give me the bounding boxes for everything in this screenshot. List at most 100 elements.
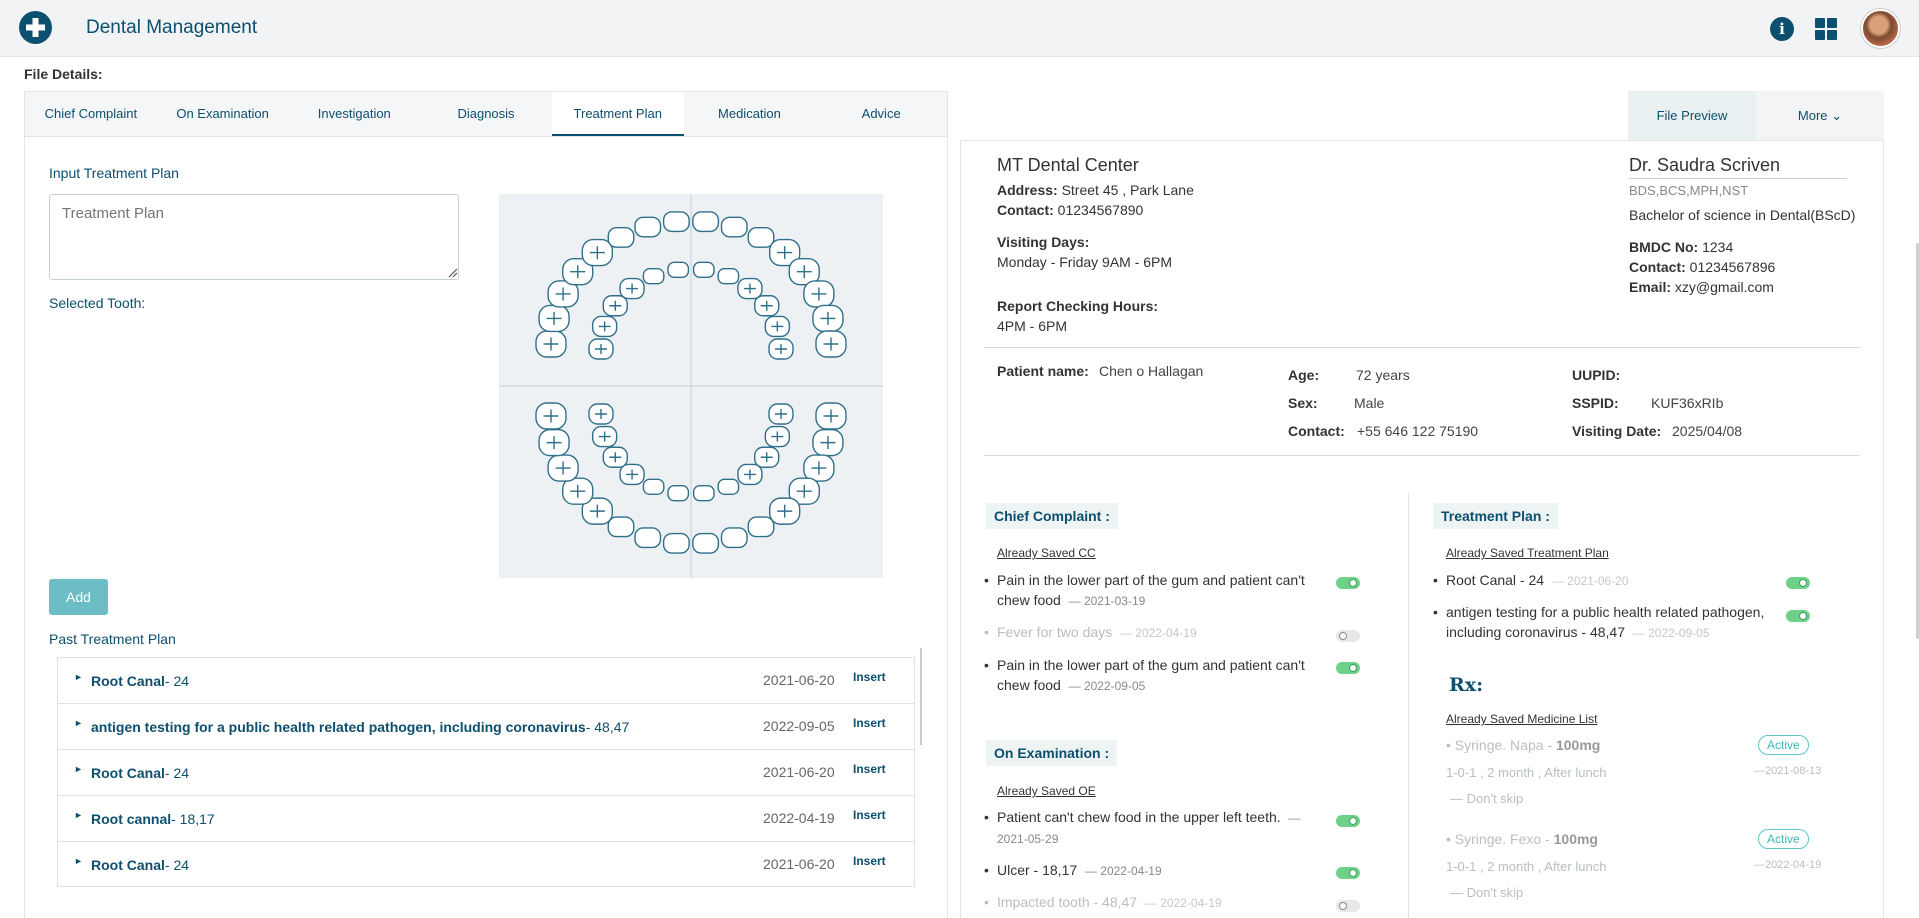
upper-inner-tooth[interactable] (692, 261, 715, 279)
medicine-note: — Don't skip (1450, 885, 1524, 900)
plus-cross-icon[interactable] (19, 11, 52, 44)
upper-outer-tooth[interactable] (662, 211, 690, 233)
list-scrollbar[interactable] (920, 648, 922, 745)
tab-treatment-plan[interactable]: Treatment Plan (551, 92, 684, 136)
upper-outer-tooth[interactable] (692, 211, 720, 233)
cc-toggle[interactable] (1336, 662, 1360, 674)
oe-item: • Ulcer - 18,17 — 2022-04-19 (984, 862, 1162, 878)
tab-on-examination[interactable]: On Examination (157, 92, 289, 136)
expand-arrow-icon[interactable]: ► (74, 718, 83, 728)
info-icon[interactable]: i (1770, 17, 1794, 41)
tab-diagnosis[interactable]: Diagnosis (420, 92, 552, 136)
tp-preview-toggle[interactable] (1786, 610, 1810, 622)
upper-outer-tooth[interactable] (607, 227, 635, 248)
insert-button[interactable]: Insert (853, 854, 886, 868)
file-preview-tab[interactable]: File Preview (1628, 91, 1756, 140)
medicine-date: —2022-04-19 (1754, 859, 1822, 871)
treatment-teeth: - 24 (164, 765, 190, 781)
insert-button[interactable]: Insert (853, 716, 886, 730)
treatment-name: antigen testing for a public health rela… (91, 719, 586, 735)
insert-button[interactable]: Insert (853, 762, 886, 776)
expand-arrow-icon[interactable]: ► (74, 672, 83, 682)
visiting-days-label: Visiting Days: (997, 234, 1090, 250)
visiting-date: 2025/04/08 (1672, 423, 1743, 439)
resize-grip-icon[interactable] (446, 266, 458, 278)
lower-outer-tooth[interactable] (747, 516, 775, 538)
medicine-schedule: 1-0-1 , 2 month , After lunch (1446, 765, 1607, 780)
cc-toggle[interactable] (1336, 577, 1360, 589)
past-treatment-list: ► Root Canal- 24 2021-06-20 Insert ► ant… (57, 657, 915, 887)
list-item[interactable]: ► Root Canal- 24 2021-06-20 Insert (57, 841, 915, 887)
chief-complaint-title: Chief Complaint : (986, 503, 1118, 529)
upper-outer-tooth[interactable] (634, 216, 662, 238)
list-item[interactable]: ► Root Canal- 24 2021-06-20 Insert (57, 657, 915, 703)
app-title: Dental Management (86, 17, 258, 38)
patient-contact: +55 646 122 75190 (1357, 423, 1479, 439)
insert-button[interactable]: Insert (853, 670, 886, 684)
lower-outer-tooth[interactable] (720, 527, 748, 549)
divider (984, 347, 1860, 348)
past-treatment-plan-title: Past Treatment Plan (49, 631, 176, 647)
expand-arrow-icon[interactable]: ► (74, 810, 83, 820)
insert-button[interactable]: Insert (853, 808, 886, 822)
cc-toggle[interactable] (1336, 630, 1360, 642)
patient-age: 72 years (1356, 367, 1410, 383)
preview-tab-bar: File Preview More ⌄ (1628, 91, 1884, 140)
treatment-name: Root Canal (91, 765, 165, 781)
lower-inner-tooth[interactable] (667, 484, 690, 502)
medicine-item: • Syringe. Fexo - 100mg (1446, 831, 1598, 847)
lower-outer-tooth[interactable] (634, 527, 662, 549)
lower-outer-tooth[interactable] (692, 532, 720, 554)
user-avatar[interactable] (1861, 9, 1900, 48)
already-saved-medicine-list-link[interactable]: Already Saved Medicine List (1446, 712, 1597, 726)
tp-preview-toggle[interactable] (1786, 577, 1810, 589)
lower-inner-tooth[interactable] (692, 484, 715, 502)
upper-inner-tooth[interactable] (667, 261, 690, 279)
treatment-date: 2021-06-20 (763, 856, 835, 872)
treatment-date: 2022-04-19 (763, 810, 835, 826)
clinic-address: Address: Street 45 , Park Lane (997, 182, 1194, 198)
tab-investigation[interactable]: Investigation (288, 92, 420, 136)
lower-outer-tooth[interactable] (607, 516, 635, 538)
doctor-degrees: BDS,BCS,MPH,NST (1629, 183, 1749, 198)
list-item[interactable]: ► antigen testing for a public health re… (57, 703, 915, 749)
grid-icon[interactable] (1814, 17, 1838, 41)
status-badge: Active (1758, 735, 1809, 755)
more-menu[interactable]: More ⌄ (1756, 91, 1884, 140)
age-label: Age: (1288, 367, 1320, 383)
upper-outer-tooth[interactable] (747, 227, 775, 248)
treatment-plan-input[interactable] (49, 194, 459, 280)
oe-toggle[interactable] (1336, 867, 1360, 879)
patient-name-label: Patient name: (997, 363, 1089, 379)
oe-toggle[interactable] (1336, 815, 1360, 827)
already-saved-cc-link[interactable]: Already Saved CC (997, 546, 1096, 560)
clinic-contact: Contact: 01234567890 (997, 202, 1144, 218)
status-badge: Active (1758, 829, 1809, 849)
already-saved-oe-link[interactable]: Already Saved OE (997, 784, 1096, 798)
oe-toggle[interactable] (1336, 900, 1360, 912)
lower-inner-tooth[interactable] (642, 478, 665, 495)
lower-inner-tooth[interactable] (717, 478, 740, 495)
upper-inner-tooth[interactable] (717, 268, 740, 285)
already-saved-treatment-plan-link[interactable]: Already Saved Treatment Plan (1446, 546, 1609, 560)
sspid-label: SSPID: (1572, 395, 1619, 411)
top-bar: Dental Management i (0, 0, 1919, 57)
expand-arrow-icon[interactable]: ► (74, 764, 83, 774)
doctor-degree-full: Bachelor of science in Dental(BScD) (1629, 207, 1856, 223)
tab-medication[interactable]: Medication (684, 92, 816, 136)
doctor-email: Email: xzy@gmail.com (1629, 279, 1774, 295)
tab-advice[interactable]: Advice (815, 92, 947, 136)
treatment-name: Root Canal (91, 673, 165, 689)
add-button[interactable]: Add (49, 579, 108, 615)
lower-outer-tooth[interactable] (662, 532, 690, 554)
dental-chart[interactable] (499, 194, 883, 578)
treatment-teeth: - 48,47 (585, 719, 630, 735)
upper-outer-tooth[interactable] (720, 216, 748, 238)
medicine-note: — Don't skip (1450, 791, 1524, 806)
list-item[interactable]: ► Root Canal- 24 2021-06-20 Insert (57, 749, 915, 795)
list-item[interactable]: ► Root cannal- 18,17 2022-04-19 Insert (57, 795, 915, 841)
upper-inner-tooth[interactable] (642, 268, 665, 285)
tab-chief-complaint[interactable]: Chief Complaint (25, 92, 157, 136)
report-hours: 4PM - 6PM (997, 318, 1068, 334)
expand-arrow-icon[interactable]: ► (74, 856, 83, 866)
